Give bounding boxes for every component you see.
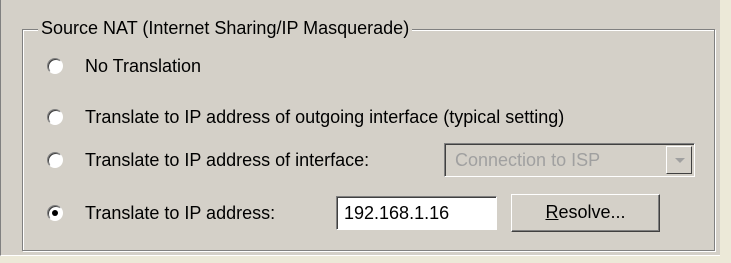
option-outgoing-interface-label: Translate to IP address of outgoing inte… bbox=[85, 106, 565, 127]
option-ip-address-label: Translate to IP address: bbox=[85, 202, 276, 223]
option-outgoing-interface[interactable]: Translate to IP address of outgoing inte… bbox=[47, 99, 564, 135]
source-nat-group-title: Source NAT (Internet Sharing/IP Masquera… bbox=[38, 16, 413, 40]
resolve-button-label: esolve... bbox=[558, 202, 626, 222]
interface-select-value: Connection to ISP bbox=[455, 150, 601, 170]
option-interface-label: Translate to IP address of interface: bbox=[85, 149, 370, 170]
option-ip-address[interactable]: Translate to IP address: bbox=[47, 195, 275, 231]
nat-settings-panel: Source NAT (Internet Sharing/IP Masquera… bbox=[0, 0, 720, 256]
resolve-button-mnemonic: R bbox=[545, 202, 559, 222]
ip-address-field[interactable]: 192.168.1.16 bbox=[336, 196, 497, 230]
radio-no-translation[interactable] bbox=[47, 58, 63, 74]
radio-interface[interactable] bbox=[47, 152, 63, 168]
resolve-button[interactable]: Resolve... bbox=[511, 194, 660, 232]
radio-ip-address[interactable] bbox=[47, 205, 63, 221]
option-no-translation-label: No Translation bbox=[85, 55, 202, 76]
option-no-translation[interactable]: No Translation bbox=[47, 48, 201, 84]
interface-select[interactable]: Connection to ISP bbox=[444, 143, 695, 177]
radio-outgoing-interface[interactable] bbox=[47, 109, 63, 125]
option-interface[interactable]: Translate to IP address of interface: bbox=[47, 142, 369, 178]
chevron-down-icon[interactable] bbox=[666, 146, 692, 174]
